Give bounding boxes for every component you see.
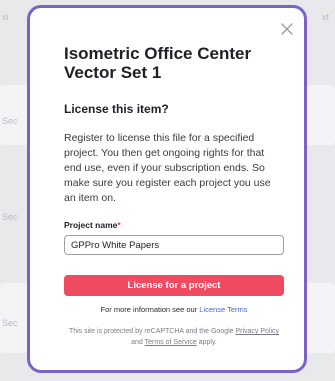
license-terms-link[interactable]: License Terms — [199, 305, 247, 314]
modal-subtitle: License this item? — [64, 102, 169, 116]
close-button[interactable] — [279, 21, 295, 37]
project-name-label-text: Project name — [64, 220, 118, 230]
recaptcha-prefix: This site is protected by reCAPTCHA and … — [68, 328, 234, 335]
terms-of-service-link[interactable]: Terms of Service — [145, 339, 197, 346]
recaptcha-notice: This site is protected by reCAPTCHA and … — [64, 326, 284, 348]
recaptcha-suffix: apply. — [198, 339, 217, 346]
recaptcha-and: and — [131, 339, 143, 346]
required-marker: * — [117, 220, 121, 230]
background-label: Sec — [2, 116, 18, 126]
license-modal: Isometric Office Center Vector Set 1 Lic… — [27, 5, 307, 373]
background-label: xt — [322, 12, 330, 22]
modal-content: Isometric Office Center Vector Set 1 Lic… — [64, 44, 284, 348]
background-label: Sec — [2, 318, 18, 328]
background-label: Sec — [2, 212, 18, 222]
more-info-text: For more information see our License Ter… — [64, 305, 284, 315]
modal-title: Isometric Office Center Vector Set 1 — [64, 44, 252, 82]
privacy-policy-link[interactable]: Privacy Policy — [235, 328, 279, 335]
more-info-prefix: For more information see our — [100, 305, 198, 314]
close-icon — [281, 23, 293, 35]
license-for-project-button[interactable]: License for a project — [64, 275, 284, 296]
background-label: xi — [2, 12, 9, 22]
license-description: Register to license this file for a spec… — [64, 132, 271, 204]
project-name-input[interactable] — [64, 235, 284, 255]
project-name-label: Project name* — [64, 220, 284, 230]
